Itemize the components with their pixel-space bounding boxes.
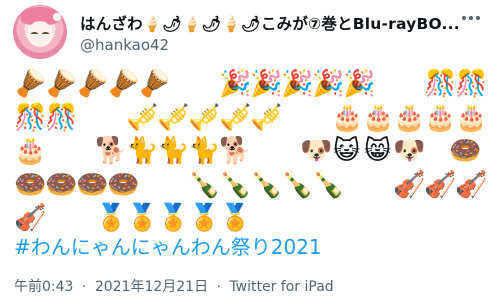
- display-name[interactable]: はんざわ🍦🌶🍦🌶🍦🌶こみが⑦巻とBlu-rayBO...: [80, 12, 460, 34]
- emoji: 🍾: [312, 169, 345, 200]
- emoji: 🎉: [219, 69, 252, 100]
- avatar-eye-right: [42, 32, 49, 35]
- avatar-bow: [53, 13, 61, 21]
- emoji: 🎉: [312, 69, 345, 100]
- emoji: 🍩: [76, 169, 109, 200]
- emoji: 🐕: [219, 136, 252, 167]
- emoji: 🐶: [393, 136, 426, 167]
- emoji: 🎻: [424, 169, 457, 200]
- emoji: 🎉: [250, 69, 283, 100]
- emoji: 🏅: [157, 203, 190, 234]
- meta-separator: ·: [81, 279, 87, 295]
- emoji: 🎊: [14, 102, 47, 133]
- emoji: 🏅: [219, 203, 252, 234]
- meta-separator: ·: [216, 279, 221, 295]
- emoji: 🏅: [95, 203, 128, 234]
- user-handle[interactable]: @hankao42: [80, 36, 169, 54]
- emoji: 🍩: [14, 169, 47, 200]
- more-dot-icon: [469, 16, 473, 20]
- emoji: 🎺: [250, 102, 283, 133]
- emoji: 🎺: [219, 102, 252, 133]
- emoji: 🍾: [250, 169, 283, 200]
- emoji: 🎺: [126, 102, 159, 133]
- emoji: 🏅: [126, 203, 159, 234]
- emoji: 🍾: [281, 169, 314, 200]
- emoji: 🍩: [107, 169, 140, 200]
- emoji: 🍩: [45, 169, 78, 200]
- emoji: 🎂: [331, 102, 364, 133]
- emoji: 🐈: [157, 136, 190, 167]
- emoji: 🎻: [455, 169, 488, 200]
- emoji: 🍾: [219, 169, 252, 200]
- emoji: 🎊: [455, 69, 488, 100]
- emoji: 🐈: [188, 136, 221, 167]
- hashtag-link[interactable]: #わんにゃんにゃんわん祭り2021: [14, 231, 322, 260]
- emoji: 🪘: [76, 69, 109, 100]
- avatar-eye-left: [31, 32, 38, 35]
- emoji: 🏅: [188, 203, 221, 234]
- emoji: 🎉: [343, 69, 376, 100]
- emoji-row: 🪘 🪘 🪘 🪘 🪘 🎉 🎉 🎉 🎉 🎉 🎊 🎊: [14, 68, 494, 102]
- emoji: 🎺: [157, 102, 190, 133]
- emoji: 🎻: [14, 203, 47, 234]
- emoji: 😺: [332, 136, 361, 167]
- more-options-button[interactable]: [457, 8, 485, 28]
- emoji: 🐶: [300, 136, 333, 167]
- emoji: 🍩: [449, 136, 482, 167]
- emoji: 🎂: [424, 102, 457, 133]
- tweet-meta: 午前0:43 · 2021年12月21日 · Twitter for iPad: [14, 276, 334, 296]
- tweet-source[interactable]: Twitter for iPad: [229, 279, 333, 295]
- more-dot-icon: [476, 16, 480, 20]
- tweet-emoji-text: 🪘 🪘 🪘 🪘 🪘 🎉 🎉 🎉 🎉 🎉 🎊 🎊 🎊 🎊 🎺 🎺 🎺 🎺 🎺 🎂 🎂 🎂 🎂 🎂 🎂 🐕 🐈 🐈 🐈 🐕 🐶 😺 😸 🐶 🍩 🍩 🍩 🍩 🍩 🍾…: [14, 68, 494, 236]
- emoji: 🎉: [281, 69, 314, 100]
- emoji: 🍾: [188, 169, 221, 200]
- emoji: 🎻: [393, 169, 426, 200]
- emoji: 🪘: [107, 69, 140, 100]
- emoji: 🐈: [126, 136, 159, 167]
- emoji: 🪘: [45, 69, 78, 100]
- emoji-row: 🍩 🍩 🍩 🍩 🍾 🍾 🍾 🍾 🍾 🎻 🎻 🎻: [14, 169, 494, 203]
- emoji: 🎂: [14, 136, 47, 167]
- more-dot-icon: [462, 16, 466, 20]
- emoji: 🎺: [188, 102, 221, 133]
- emoji: 🎊: [45, 102, 78, 133]
- emoji-row: 🎊 🎊 🎺 🎺 🎺 🎺 🎺 🎂 🎂 🎂 🎂 🎂: [14, 102, 494, 136]
- emoji: 🐕: [95, 136, 128, 167]
- emoji-row: 🎂 🐕 🐈 🐈 🐈 🐕 🐶 😺 😸 🐶 🍩: [14, 135, 494, 169]
- emoji: 😸: [363, 136, 392, 167]
- emoji: 🪘: [138, 69, 171, 100]
- emoji: 🎂: [455, 102, 488, 133]
- tweet-time[interactable]: 午前0:43: [14, 279, 73, 295]
- tweet-date[interactable]: 2021年12月21日: [95, 279, 208, 295]
- tweet-header: はんざわ🍦🌶🍦🌶🍦🌶こみが⑦巻とBlu-rayBO... @hankao42: [13, 5, 493, 63]
- emoji: 🎊: [424, 69, 457, 100]
- emoji: 🎂: [393, 102, 426, 133]
- avatar[interactable]: [13, 5, 67, 59]
- emoji: 🎂: [362, 102, 395, 133]
- emoji: 🪘: [14, 69, 47, 100]
